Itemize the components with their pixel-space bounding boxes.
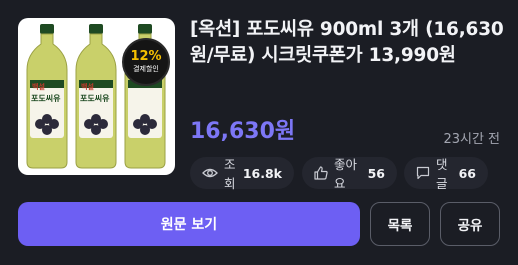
comment-icon — [416, 166, 430, 180]
post-timestamp: 23시간 전 — [443, 132, 500, 147]
comments-label: 댓글 — [436, 157, 448, 191]
discount-badge: 12% 결제할인 — [122, 38, 170, 86]
product-price: 16,630원 — [190, 119, 296, 144]
comments-count: 66 — [458, 165, 476, 181]
likes-stat[interactable]: 좋아요 56 — [302, 157, 397, 191]
thumbs-up-icon — [314, 166, 328, 180]
view-original-button[interactable]: 원문 보기 — [18, 202, 360, 246]
post-title[interactable]: [옥션] 포도씨유 900ml 3개 (16,630원/무료) 시크릿쿠폰가 1… — [190, 17, 512, 69]
badge-percent: 12% — [130, 49, 162, 64]
likes-label: 좋아요 — [334, 157, 358, 191]
eye-icon — [202, 168, 218, 178]
likes-count: 56 — [367, 165, 385, 181]
bottle-product-label: 포도씨유 — [80, 94, 110, 103]
share-button[interactable]: 공유 — [440, 202, 500, 246]
views-stat: 조회 16.8k — [190, 157, 294, 191]
bottle-product-label: 포도씨유 — [31, 94, 61, 103]
product-thumbnail[interactable]: 백설 포도씨유 백설 포도씨유 12% 결제할인 — [18, 18, 175, 175]
views-label: 조회 — [224, 157, 236, 191]
bottle-brand-label: 백설 — [81, 83, 94, 91]
list-button[interactable]: 목록 — [370, 202, 430, 246]
comments-stat[interactable]: 댓글 66 — [404, 157, 488, 191]
bottle-brand-label: 백설 — [32, 83, 45, 91]
views-count: 16.8k — [242, 165, 282, 181]
badge-text: 결제할인 — [133, 65, 159, 73]
